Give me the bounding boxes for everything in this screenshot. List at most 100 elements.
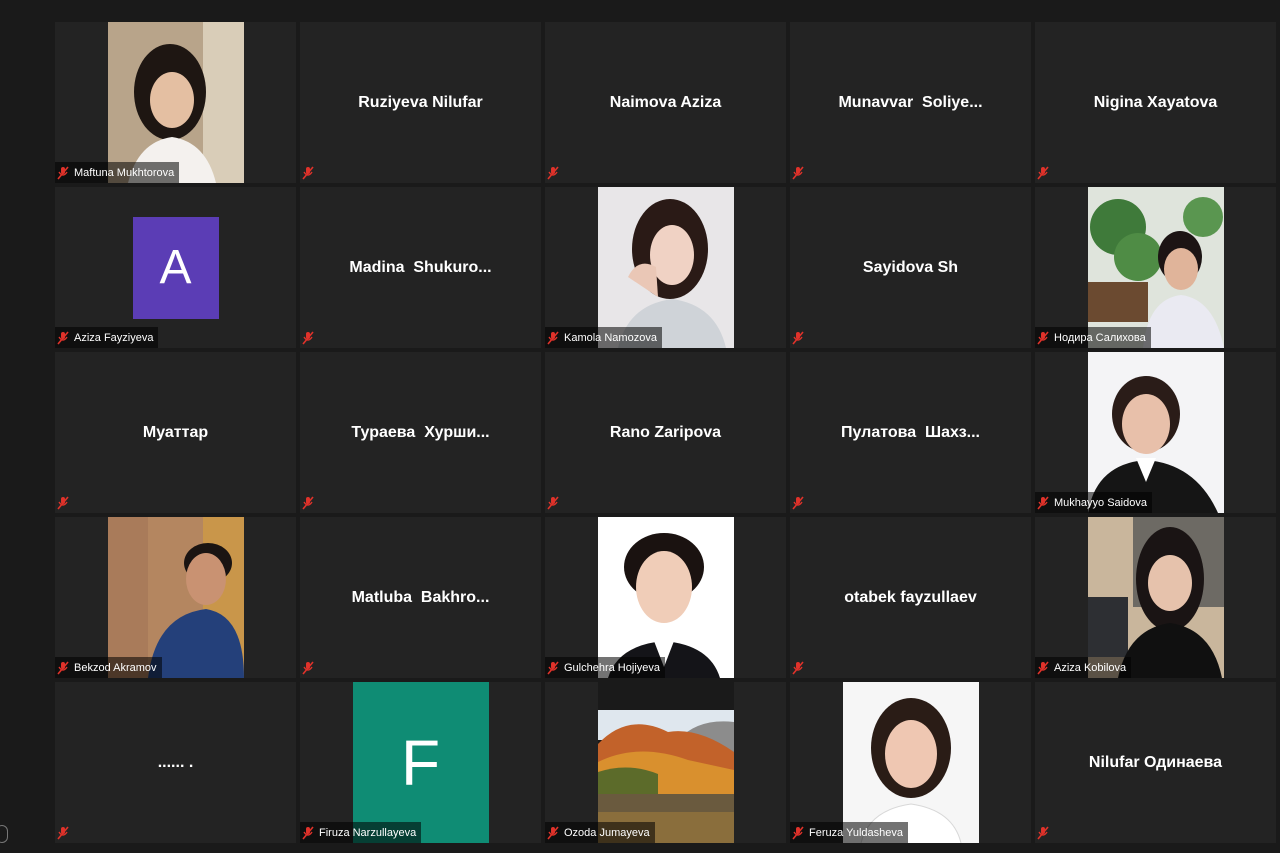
muted-mic-icon <box>547 825 559 840</box>
participant-name-label: Maftuna Mukhtorova <box>55 162 180 183</box>
video-feed <box>1087 517 1224 678</box>
participant-display-name: Madina Shukuro... <box>349 258 492 276</box>
participant-display-name: ...... . <box>157 753 194 771</box>
participant-display-name: Nigina Xayatova <box>1093 93 1218 111</box>
participant-name: Gulchehra Hojiyeva <box>564 661 660 674</box>
participant-tile[interactable]: Nigina Xayatova <box>1035 22 1276 183</box>
muted-mic-icon <box>57 660 69 675</box>
muted-mic-icon <box>57 495 69 510</box>
video-feed <box>1087 187 1224 348</box>
muted-mic-icon <box>1037 825 1049 840</box>
participant-tile[interactable]: Madina Shukuro... <box>300 187 541 348</box>
avatar: A <box>132 216 219 319</box>
participant-tile[interactable]: Нодира Салихова <box>1035 187 1276 348</box>
muted-mic-icon <box>302 165 314 180</box>
participant-tile[interactable]: Ozoda Jumayeva <box>545 682 786 843</box>
participant-display-name: Муаттар <box>142 423 209 441</box>
video-feed <box>597 682 734 843</box>
participant-name: Mukhayyo Saidova <box>1054 496 1147 509</box>
participant-display-name: Matluba Bakhro... <box>351 588 490 606</box>
participant-status <box>545 162 564 183</box>
participant-tile[interactable]: Rano Zaripova <box>545 352 786 513</box>
participant-tile[interactable]: Maftuna Mukhtorova <box>55 22 296 183</box>
participant-name-label: Aziza Kobilova <box>1035 657 1132 678</box>
muted-mic-icon <box>792 330 804 345</box>
muted-mic-icon <box>57 165 69 180</box>
participant-tile[interactable]: A Aziza Fayziyeva <box>55 187 296 348</box>
participant-status <box>790 327 809 348</box>
participant-name: Ozoda Jumayeva <box>564 826 650 839</box>
participant-name-label: Gulchehra Hojiyeva <box>545 657 665 678</box>
participant-tile[interactable]: Ruziyeva Nilufar <box>300 22 541 183</box>
video-feed <box>107 517 244 678</box>
participant-tile[interactable]: F Firuza Narzullayeva <box>300 682 541 843</box>
participant-status <box>790 162 809 183</box>
participant-name: Нодира Салихова <box>1054 331 1146 344</box>
participant-status <box>55 822 74 843</box>
muted-mic-icon <box>547 165 559 180</box>
participant-tile[interactable]: Муаттар <box>55 352 296 513</box>
participant-tile[interactable]: Matluba Bakhro... <box>300 517 541 678</box>
muted-mic-icon <box>547 660 559 675</box>
participant-status <box>300 327 319 348</box>
participant-display-name: Rano Zaripova <box>609 423 722 441</box>
scroll-handle[interactable] <box>0 825 8 843</box>
participant-tile[interactable]: Kamola Namozova <box>545 187 786 348</box>
participant-name-label: Ozoda Jumayeva <box>545 822 655 843</box>
participant-tile[interactable]: ...... . <box>55 682 296 843</box>
participant-tile[interactable]: Aziza Kobilova <box>1035 517 1276 678</box>
participant-tile[interactable]: Munavvar Soliye... <box>790 22 1031 183</box>
participant-gallery: Maftuna Mukhtorova Ruziyeva Nilufar Naim… <box>55 22 1280 847</box>
participant-tile[interactable]: Naimova Aziza <box>545 22 786 183</box>
muted-mic-icon <box>302 825 314 840</box>
muted-mic-icon <box>1037 165 1049 180</box>
avatar: F <box>352 682 489 843</box>
participant-name: Aziza Kobilova <box>1054 661 1127 674</box>
participant-name-label: Bekzod Akramov <box>55 657 162 678</box>
video-feed <box>842 682 979 843</box>
muted-mic-icon <box>1037 330 1049 345</box>
participant-tile[interactable]: otabek fayzullaev <box>790 517 1031 678</box>
participant-name-label: Нодира Салихова <box>1035 327 1151 348</box>
participant-display-name: Nilufar Одинаева <box>1088 753 1223 771</box>
participant-name-label: Mukhayyo Saidova <box>1035 492 1152 513</box>
participant-name: Firuza Narzullayeva <box>319 826 417 839</box>
muted-mic-icon <box>792 660 804 675</box>
video-feed <box>1087 352 1224 513</box>
muted-mic-icon <box>792 165 804 180</box>
participant-tile[interactable]: Nilufar Одинаева <box>1035 682 1276 843</box>
muted-mic-icon <box>57 330 69 345</box>
video-feed <box>597 187 734 348</box>
muted-mic-icon <box>1037 660 1049 675</box>
participant-name-label: Kamola Namozova <box>545 327 662 348</box>
participant-name-label: Feruza Yuldasheva <box>790 822 908 843</box>
participant-display-name: Naimova Aziza <box>609 93 722 111</box>
participant-name: Kamola Namozova <box>564 331 657 344</box>
participant-tile[interactable]: Sayidova Sh <box>790 187 1031 348</box>
video-feed <box>597 517 734 678</box>
participant-tile[interactable]: Feruza Yuldasheva <box>790 682 1031 843</box>
participant-display-name: Ruziyeva Nilufar <box>358 93 483 111</box>
participant-name-label: Aziza Fayziyeva <box>55 327 159 348</box>
participant-name: Feruza Yuldasheva <box>809 826 903 839</box>
participant-status <box>300 162 319 183</box>
participant-display-name: otabek fayzullaev <box>844 588 977 606</box>
participant-display-name: Пулатова Шахз... <box>840 423 980 441</box>
participant-name: Aziza Fayziyeva <box>74 331 154 344</box>
participant-display-name: Sayidova Sh <box>862 258 959 276</box>
muted-mic-icon <box>547 495 559 510</box>
participant-status <box>55 492 74 513</box>
muted-mic-icon <box>302 495 314 510</box>
muted-mic-icon <box>57 825 69 840</box>
muted-mic-icon <box>547 330 559 345</box>
participant-tile[interactable]: Пулатова Шахз... <box>790 352 1031 513</box>
participant-status <box>790 492 809 513</box>
participant-status <box>1035 822 1054 843</box>
participant-tile[interactable]: Gulchehra Hojiyeva <box>545 517 786 678</box>
participant-name: Maftuna Mukhtorova <box>74 166 175 179</box>
participant-tile[interactable]: Mukhayyo Saidova <box>1035 352 1276 513</box>
participant-status <box>300 657 319 678</box>
participant-tile[interactable]: Тураева Хурши... <box>300 352 541 513</box>
muted-mic-icon <box>792 825 804 840</box>
participant-tile[interactable]: Bekzod Akramov <box>55 517 296 678</box>
